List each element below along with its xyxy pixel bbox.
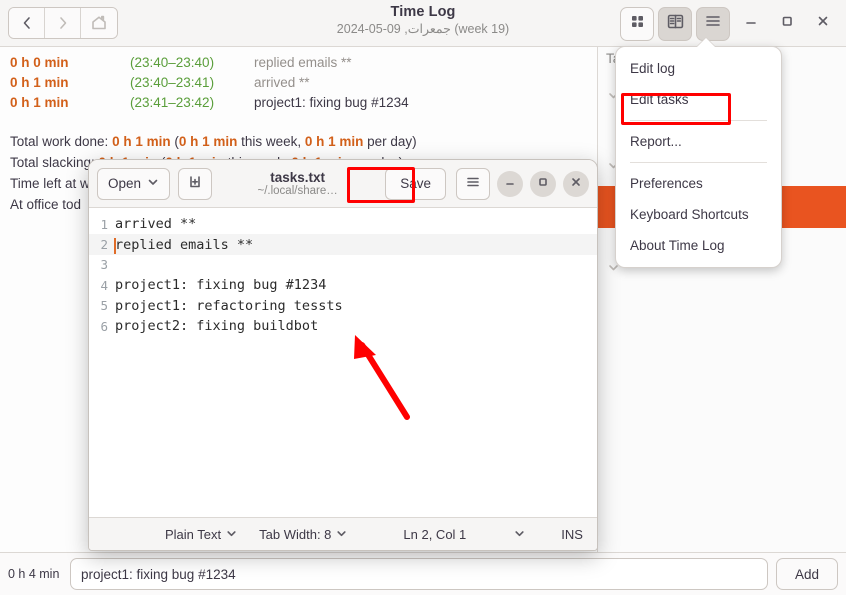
main-menu-button[interactable]: [696, 6, 730, 41]
language-selector[interactable]: Plain Text: [165, 527, 237, 542]
home-button[interactable]: [81, 8, 117, 38]
editor-status-bar: Plain Text Tab Width: 8 Ln 2, Col 1 INS: [89, 517, 597, 550]
chevron-down-icon: [226, 527, 237, 542]
editor-maximize-button[interactable]: [530, 170, 556, 197]
elapsed-duration-label: 0 h 4 min: [8, 567, 60, 581]
entry-time-range: (23:40–23:41): [130, 75, 215, 90]
open-file-button[interactable]: Open: [97, 167, 171, 200]
insert-mode-label: INS: [561, 526, 583, 542]
line-text: project1: fixing bug #1234: [115, 277, 327, 294]
editor-menu-button[interactable]: [456, 167, 490, 200]
save-button[interactable]: Save: [385, 167, 446, 200]
minimize-icon: [504, 175, 516, 193]
editor-line: 1 arrived **: [89, 214, 597, 234]
hamburger-menu-icon: [465, 174, 481, 193]
line-number: 4: [100, 277, 108, 293]
header-button-group: [616, 0, 846, 47]
line-number: 6: [100, 318, 108, 334]
minimize-icon: [744, 14, 758, 33]
menu-item-about-time-log[interactable]: About Time Log: [616, 230, 781, 261]
tab-width-label: Tab Width: 8: [259, 526, 332, 542]
entry-description: project1: fixing bug #1234: [254, 95, 409, 110]
window-close-button[interactable]: [808, 9, 838, 39]
entry-description: arrived **: [254, 75, 310, 90]
editor-title-block: tasks.txt ~/.local/share…: [212, 170, 385, 197]
open-button-label: Open: [108, 176, 142, 191]
entry-bar: 0 h 4 min project1: fixing bug #1234 Add: [0, 552, 846, 595]
editor-close-button[interactable]: [563, 170, 589, 197]
entry-time-range: (23:40–23:40): [130, 55, 215, 70]
reading-view-button[interactable]: [658, 6, 692, 41]
maximize-icon: [537, 175, 549, 193]
reading-view-icon: [666, 12, 685, 36]
menu-item-edit-tasks[interactable]: Edit tasks: [616, 84, 781, 115]
grid-view-icon: [629, 13, 646, 35]
entry-duration: 0 h 1 min: [10, 75, 69, 90]
entry-duration: 0 h 0 min: [10, 55, 69, 70]
editor-file-path: ~/.local/share…: [257, 185, 338, 197]
task-entry-input[interactable]: project1: fixing bug #1234: [70, 558, 768, 590]
editor-line-current: 2 replied emails **: [89, 234, 597, 255]
main-menu-popup: Edit log Edit tasks Report... Preference…: [615, 46, 782, 268]
entry-description: replied emails **: [254, 55, 352, 70]
menu-separator: [630, 162, 767, 163]
editor-text-area[interactable]: 1 arrived ** 2 replied emails ** 3 4 pro…: [89, 208, 597, 518]
app-window: Time Log جمعرات, 09-05-2024 (week 19) 0 …: [0, 0, 846, 595]
line-number: 3: [100, 257, 108, 273]
entry-time-range: (23:41–23:42): [130, 95, 215, 110]
hamburger-menu-icon: [704, 12, 722, 35]
editor-line: 3: [89, 255, 597, 275]
tab-width-selector[interactable]: Tab Width: 8: [259, 527, 347, 542]
language-label: Plain Text: [165, 526, 222, 542]
editor-header: Open tasks.txt ~/.local/share… Save: [89, 160, 597, 208]
editor-line: 5 project1: refactoring tessts: [89, 296, 597, 316]
editor-line: 6 project2: fixing buildbot: [89, 316, 597, 336]
menu-popup-arrow: [697, 38, 715, 47]
close-icon: [570, 175, 582, 193]
grid-view-button[interactable]: [620, 6, 654, 41]
menu-item-keyboard-shortcuts[interactable]: Keyboard Shortcuts: [616, 199, 781, 230]
window-maximize-button[interactable]: [772, 9, 802, 39]
add-entry-button[interactable]: Add: [776, 558, 838, 590]
chevron-down-icon: [514, 527, 525, 542]
close-icon: [816, 14, 830, 33]
editor-line: 4 project1: fixing bug #1234: [89, 275, 597, 295]
line-text: replied emails **: [114, 236, 254, 254]
navigation-button-group: [8, 7, 118, 39]
menu-item-edit-log[interactable]: Edit log: [616, 53, 781, 84]
back-button[interactable]: [9, 8, 45, 38]
app-header: Time Log جمعرات, 09-05-2024 (week 19): [0, 0, 846, 47]
editor-minimize-button[interactable]: [497, 170, 523, 197]
line-number: 2: [100, 237, 108, 253]
editor-file-name: tasks.txt: [270, 170, 326, 185]
line-text: project1: refactoring tessts: [115, 297, 343, 314]
home-icon: [90, 14, 108, 32]
chevron-down-icon: [147, 176, 159, 191]
text-editor-window: Open tasks.txt ~/.local/share… Save 1 ar…: [88, 159, 598, 551]
menu-separator: [630, 120, 767, 121]
window-minimize-button[interactable]: [736, 9, 766, 39]
forward-button[interactable]: [45, 8, 81, 38]
line-text: project2: fixing buildbot: [115, 318, 319, 335]
line-number: 1: [100, 216, 108, 232]
text-cursor: [114, 237, 116, 254]
new-document-button[interactable]: [178, 167, 213, 200]
new-document-icon: [187, 174, 203, 193]
menu-item-preferences[interactable]: Preferences: [616, 168, 781, 199]
cursor-position-label: Ln 2, Col 1: [403, 526, 467, 542]
menu-item-report[interactable]: Report...: [616, 126, 781, 157]
chevron-down-icon: [336, 527, 347, 542]
line-text: arrived **: [115, 216, 197, 233]
entry-duration: 0 h 1 min: [10, 95, 69, 110]
line-number: 5: [100, 298, 108, 314]
chevron-left-icon: [19, 15, 35, 31]
chevron-right-icon: [55, 15, 71, 31]
maximize-icon: [780, 14, 794, 33]
cursor-position-dropdown[interactable]: [514, 527, 525, 542]
